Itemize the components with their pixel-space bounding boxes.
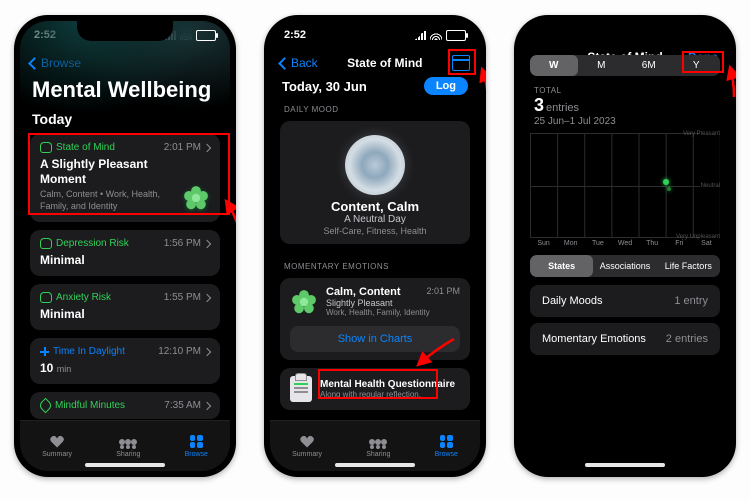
tab-summary[interactable]: Summary bbox=[292, 435, 322, 458]
heart-icon bbox=[300, 436, 314, 448]
mood-chart[interactable]: Very Pleasant Neutral Very Unpleasant bbox=[530, 133, 720, 238]
card-mindful-minutes[interactable]: Mindful Minutes 7:35 AM bbox=[30, 392, 220, 419]
wifi-icon bbox=[430, 31, 442, 40]
card-state-of-mind[interactable]: State of Mind 2:01 PM A Slightly Pleasan… bbox=[30, 134, 220, 222]
time-range-segment[interactable]: W M 6M Y bbox=[530, 55, 720, 76]
leaf-icon bbox=[38, 398, 54, 414]
seg-associations[interactable]: Associations bbox=[593, 255, 656, 277]
brain-icon bbox=[40, 142, 52, 153]
daily-mood-label: DAILY MOOD bbox=[270, 95, 480, 118]
heart-icon bbox=[50, 436, 64, 448]
grid-icon bbox=[440, 435, 453, 448]
card-time-in-daylight[interactable]: Time In Daylight 12:10 PM 10 min bbox=[30, 338, 220, 384]
mood-circle-icon bbox=[345, 135, 405, 195]
home-indicator[interactable] bbox=[335, 463, 415, 467]
chevron-right-icon bbox=[203, 143, 211, 151]
battery-icon bbox=[446, 30, 466, 41]
chevron-left-icon bbox=[278, 57, 291, 70]
chevron-right-icon bbox=[203, 402, 211, 410]
seg-6month[interactable]: 6M bbox=[625, 55, 673, 76]
chart-x-axis: SunMonTueWedThuFriSat bbox=[530, 240, 720, 247]
card-depression-risk[interactable]: Depression Risk 1:56 PM Minimal bbox=[30, 230, 220, 276]
daily-mood-card[interactable]: Content, Calm A Neutral Day Self-Care, F… bbox=[280, 121, 470, 244]
row-daily-moods[interactable]: Daily Moods 1 entry bbox=[530, 285, 720, 317]
date-heading: Today, 30 Jun bbox=[282, 79, 367, 94]
view-segment[interactable]: States Associations Life Factors bbox=[530, 255, 720, 277]
chart-point bbox=[667, 187, 671, 191]
tab-sharing[interactable]: Sharing bbox=[366, 435, 390, 458]
calendar-icon[interactable] bbox=[452, 55, 470, 71]
flower-icon bbox=[182, 184, 210, 212]
battery-icon bbox=[196, 30, 216, 41]
tab-browse[interactable]: Browse bbox=[435, 435, 458, 458]
log-button[interactable]: Log bbox=[424, 77, 468, 95]
total-label: TOTAL bbox=[534, 86, 716, 95]
card-anxiety-risk[interactable]: Anxiety Risk 1:55 PM Minimal bbox=[30, 284, 220, 330]
annotation-arrow bbox=[414, 337, 458, 376]
brain-icon bbox=[40, 238, 52, 249]
seg-year[interactable]: Y bbox=[673, 55, 721, 76]
chevron-right-icon bbox=[203, 240, 211, 248]
clock: 2:52 bbox=[284, 29, 306, 41]
tab-summary[interactable]: Summary bbox=[42, 435, 72, 458]
people-icon bbox=[119, 439, 137, 445]
page-title: Mental Wellbeing bbox=[20, 73, 230, 109]
phone-3: State of Mind Done W M 6M Y TOTAL 3entri… bbox=[514, 15, 736, 477]
clock: 2:52 bbox=[34, 29, 56, 41]
back-browse[interactable]: Browse bbox=[30, 56, 81, 70]
seg-life-factors[interactable]: Life Factors bbox=[657, 255, 720, 277]
chevron-left-icon bbox=[28, 57, 41, 70]
annotation-arrow bbox=[474, 67, 486, 112]
phone-1: 2:52 Browse Mental Wellbeing Today State… bbox=[14, 15, 236, 477]
seg-week[interactable]: W bbox=[530, 55, 578, 76]
annotation-arrow bbox=[722, 65, 736, 106]
tab-browse[interactable]: Browse bbox=[185, 435, 208, 458]
flower-icon bbox=[290, 288, 318, 316]
notch bbox=[77, 21, 173, 41]
chevron-right-icon bbox=[203, 348, 211, 356]
notch bbox=[327, 21, 423, 41]
chevron-right-icon bbox=[203, 294, 211, 302]
section-today: Today bbox=[20, 109, 230, 131]
plus-icon bbox=[40, 347, 49, 356]
home-indicator[interactable] bbox=[585, 463, 665, 467]
people-icon bbox=[369, 439, 387, 445]
momentary-label: MOMENTARY EMOTIONS bbox=[270, 252, 480, 275]
brain-icon bbox=[40, 292, 52, 303]
clipboard-icon bbox=[290, 376, 312, 402]
seg-month[interactable]: M bbox=[578, 55, 626, 76]
seg-states[interactable]: States bbox=[530, 255, 593, 277]
tab-sharing[interactable]: Sharing bbox=[116, 435, 140, 458]
nav-title: State of Mind bbox=[347, 56, 422, 70]
annotation-arrow bbox=[218, 197, 236, 252]
notch bbox=[577, 21, 673, 41]
chart-point bbox=[663, 179, 669, 185]
home-indicator[interactable] bbox=[85, 463, 165, 467]
back-button[interactable]: Back bbox=[280, 56, 318, 70]
phone-2: 2:52 Back State of Mind Today, 30 Jun Lo… bbox=[264, 15, 486, 477]
grid-icon bbox=[190, 435, 203, 448]
row-momentary-emotions[interactable]: Momentary Emotions 2 entries bbox=[530, 323, 720, 355]
wifi-icon bbox=[180, 31, 192, 40]
